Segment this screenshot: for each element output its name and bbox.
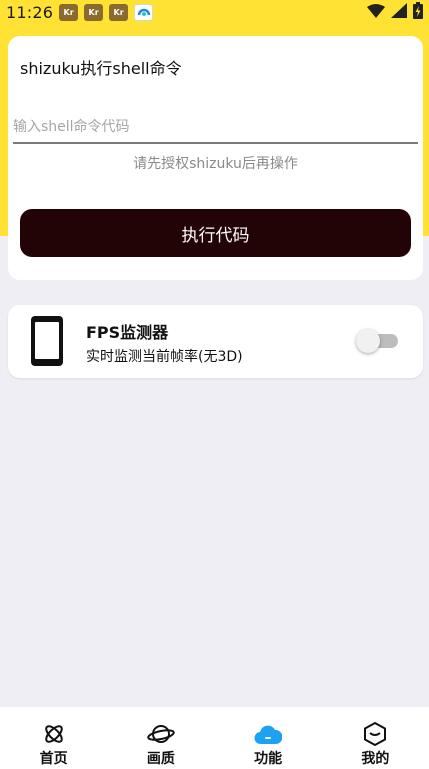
wifi-icon bbox=[367, 3, 385, 22]
nav-label-home: 首页 bbox=[39, 751, 68, 767]
status-bar: 11:26 Kr Kr Kr bbox=[0, 0, 429, 24]
status-time: 11:26 bbox=[6, 2, 54, 22]
app-notification-icon: Kr bbox=[109, 3, 129, 21]
battery-charging-icon bbox=[413, 1, 423, 23]
cloud-icon bbox=[254, 721, 283, 747]
browser-notification-icon bbox=[134, 3, 154, 21]
shizuku-permission-hint: 请先授权shizuku后再操作 bbox=[133, 156, 298, 172]
fps-monitor-subtitle: 实时监测当前帧率(无3D) bbox=[86, 349, 243, 365]
nav-item-features[interactable]: 功能 bbox=[215, 707, 322, 769]
app-notification-icon: Kr bbox=[84, 3, 104, 21]
nav-label-quality: 画质 bbox=[146, 751, 175, 767]
atom-icon bbox=[40, 721, 68, 747]
nav-item-profile[interactable]: 我的 bbox=[322, 707, 429, 769]
app-notification-icon: Kr bbox=[59, 3, 79, 21]
notification-text: Kr bbox=[113, 7, 124, 17]
nav-item-home[interactable]: 首页 bbox=[0, 707, 107, 769]
smartphone-icon bbox=[31, 316, 63, 370]
nav-label-features: 功能 bbox=[254, 751, 283, 767]
notification-text: Kr bbox=[88, 7, 99, 17]
fps-monitor-toggle[interactable] bbox=[356, 329, 398, 353]
planet-icon bbox=[147, 721, 175, 747]
nav-label-profile: 我的 bbox=[361, 751, 390, 767]
nav-item-quality[interactable]: 画质 bbox=[107, 707, 214, 769]
fps-monitor-title: FPS监测器 bbox=[86, 323, 169, 342]
execute-code-button[interactable]: 执行代码 bbox=[20, 209, 411, 257]
notification-text: Kr bbox=[63, 7, 74, 17]
cube-icon bbox=[361, 721, 389, 747]
shell-command-input[interactable] bbox=[13, 112, 418, 144]
shell-card-title: shizuku执行shell命令 bbox=[20, 59, 182, 78]
bottom-navigation: 首页 画质 功能 我的 bbox=[0, 707, 429, 769]
signal-icon bbox=[391, 2, 407, 22]
toggle-thumb bbox=[356, 329, 380, 353]
